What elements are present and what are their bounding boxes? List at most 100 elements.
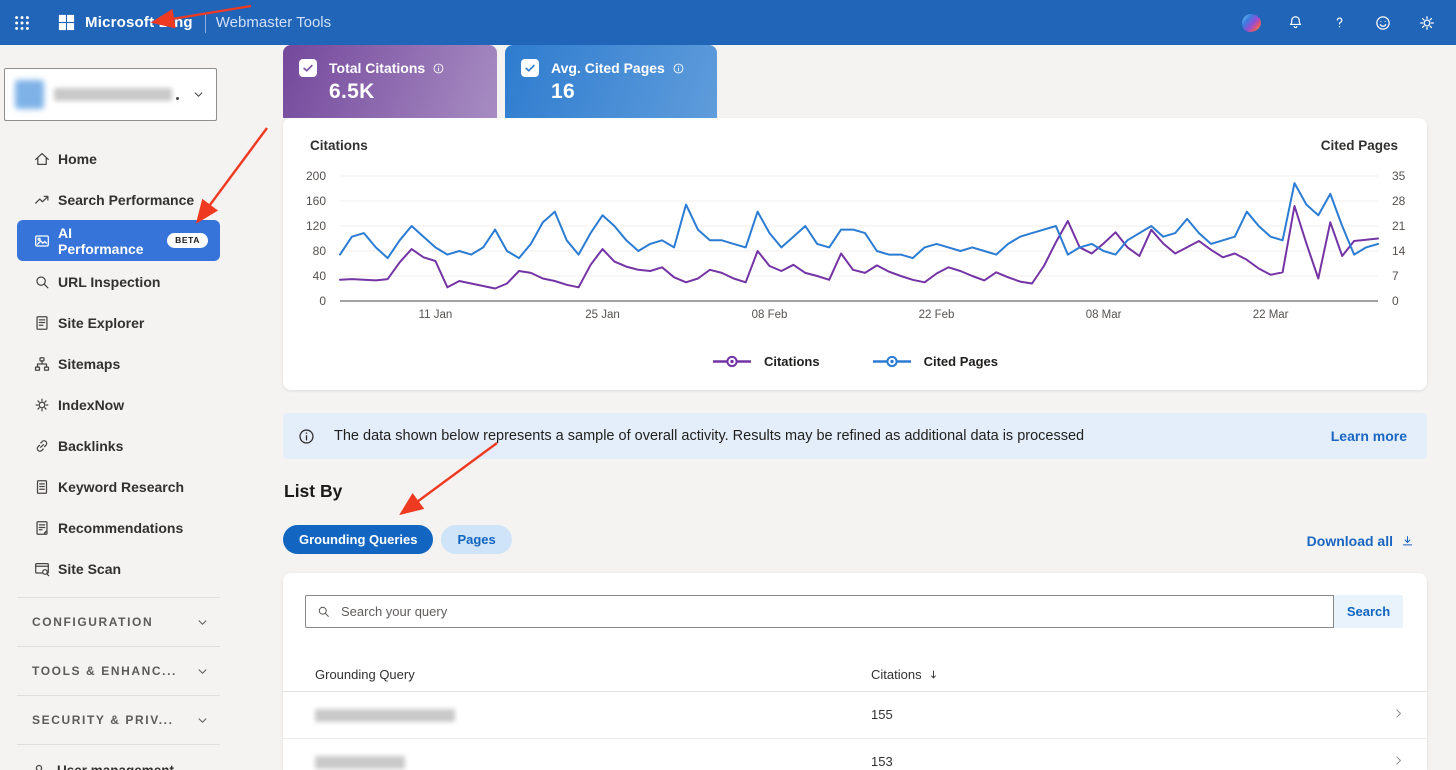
metric-card-total-citations[interactable]: Total Citations 6.5K [283,45,497,118]
svg-text:11 Jan: 11 Jan [419,309,453,321]
sidebar-item-user-management[interactable]: User management [17,750,220,770]
beta-badge: BETA [167,233,208,248]
svg-text:08 Mar: 08 Mar [1086,309,1122,321]
column-citations[interactable]: Citations [871,667,940,682]
search-icon [316,604,331,619]
chevron-down-icon [195,664,210,679]
search-button[interactable]: Search [1334,595,1403,628]
sidebar-item-url-inspection[interactable]: URL Inspection [17,261,220,302]
sidebar-item-site-scan[interactable]: Site Scan [17,548,220,589]
search-box [305,595,1334,628]
results-panel: Search Grounding Query Citations 155 153 [283,573,1427,770]
metric-value: 16 [551,80,575,103]
ai-icon [33,232,51,250]
doc-icon [33,478,51,496]
home-icon [33,150,51,168]
svg-text:160: 160 [306,194,326,208]
sidebar-item-indexnow[interactable]: IndexNow [17,384,220,425]
metric-label: Avg. Cited Pages [551,60,685,76]
left-axis-title: Citations [310,138,368,153]
bell-icon [1287,14,1304,31]
info-icon[interactable] [672,62,685,75]
microsoft-logo [57,13,76,32]
chevron-right-icon[interactable] [1392,754,1405,767]
divider [17,744,220,745]
right-axis-title: Cited Pages [1320,138,1398,153]
suite-name: Webmaster Tools [215,14,332,31]
legend-item-citations[interactable]: Citations [712,354,820,369]
sidebar-item-label: Search Performance [58,191,195,208]
svg-text:22 Mar: 22 Mar [1253,309,1289,321]
notifications-button[interactable] [1280,8,1310,38]
sidebar-item-label: Backlinks [58,437,124,454]
citations-chart: 200 35 160 28 120 21 80 14 40 7 0 0 11 Jan 25 Jan 08 F… [283,118,1427,390]
indexnow-icon [33,396,51,414]
site-name-redacted [54,88,172,101]
metric-card-avg-cited-pages[interactable]: Avg. Cited Pages 16 [505,45,717,118]
download-all-label: Download all [1306,533,1393,549]
chevron-down-icon [195,615,210,630]
link-icon [33,437,51,455]
sidebar: Home Search Performance AI Performance BETA… [0,45,237,770]
pill-grounding-queries[interactable]: Grounding Queries [283,525,434,554]
sidebar-item-label: URL Inspection [58,273,161,290]
sidebar-item-keyword-research[interactable]: Keyword Research [17,466,220,507]
sidebar-item-recommendations[interactable]: Recommendations [17,507,220,548]
site-selector[interactable] [4,68,217,121]
info-icon [297,427,316,446]
svg-text:120: 120 [306,219,326,233]
copilot-button[interactable] [1236,8,1266,38]
info-banner: The data shown below represents a sample… [283,413,1427,459]
metric-tab-cards: Total Citations 6.5K Avg. Cited Pages 16 [283,45,717,118]
svg-text:80: 80 [313,244,327,258]
metric-value: 6.5K [329,80,375,103]
question-icon [1331,14,1348,31]
waffle-icon [13,14,31,32]
smiley-icon [1374,14,1392,32]
sidebar-item-search-performance[interactable]: Search Performance [17,179,220,220]
svg-text:08 Feb: 08 Feb [752,309,788,321]
copilot-icon [1241,13,1261,32]
svg-text:0: 0 [319,294,326,308]
svg-text:40: 40 [313,269,327,283]
feedback-button[interactable] [1368,8,1398,38]
svg-text:200: 200 [306,169,326,183]
sidebar-item-ai-performance[interactable]: AI Performance BETA [17,220,220,261]
section-tools-enhanc-[interactable]: TOOLS & ENHANC... [17,647,220,695]
svg-text:25 Jan: 25 Jan [585,309,620,321]
sidebar-item-site-explorer[interactable]: Site Explorer [17,302,220,343]
chevron-right-icon[interactable] [1392,707,1405,720]
sidebar-item-home[interactable]: Home [17,138,220,179]
svg-text:22 Feb: 22 Feb [919,309,955,321]
section-security-priv-[interactable]: SECURITY & PRIV... [17,696,220,744]
sidebar-item-backlinks[interactable]: Backlinks [17,425,220,466]
pill-pages[interactable]: Pages [441,525,512,554]
learn-more-link[interactable]: Learn more [1331,428,1407,444]
site-name-dot [176,97,179,100]
metric-checkbox[interactable] [521,59,539,77]
svg-text:21: 21 [1392,219,1406,233]
sidebar-item-label: Sitemaps [58,355,121,372]
brand-separator [204,12,206,33]
waffle-menu-button[interactable] [5,6,39,40]
site-favicon-redacted [15,80,44,109]
citations-value: 153 [871,754,893,769]
trend-icon [33,191,51,209]
table-row[interactable]: 155 [283,692,1427,739]
metric-checkbox[interactable] [299,59,317,77]
query-redacted [315,756,405,769]
help-button[interactable] [1324,8,1354,38]
legend-item-cited-pages[interactable]: Cited Pages [872,354,998,369]
sidebar-item-sitemaps[interactable]: Sitemaps [17,343,220,384]
sidebar-item-label: Recommendations [58,519,184,536]
settings-button[interactable] [1412,8,1442,38]
doc-list-icon [33,314,51,332]
chart-legend: Citations Cited Pages [283,354,1427,369]
table-row[interactable]: 153 [283,739,1427,770]
table-body: 155 153 [283,692,1427,770]
sort-desc-icon [927,668,940,681]
search-input[interactable] [339,603,1333,620]
info-icon[interactable] [432,62,445,75]
section-configuration[interactable]: CONFIGURATION [17,598,220,646]
download-all-button[interactable]: Download all [1307,533,1415,549]
